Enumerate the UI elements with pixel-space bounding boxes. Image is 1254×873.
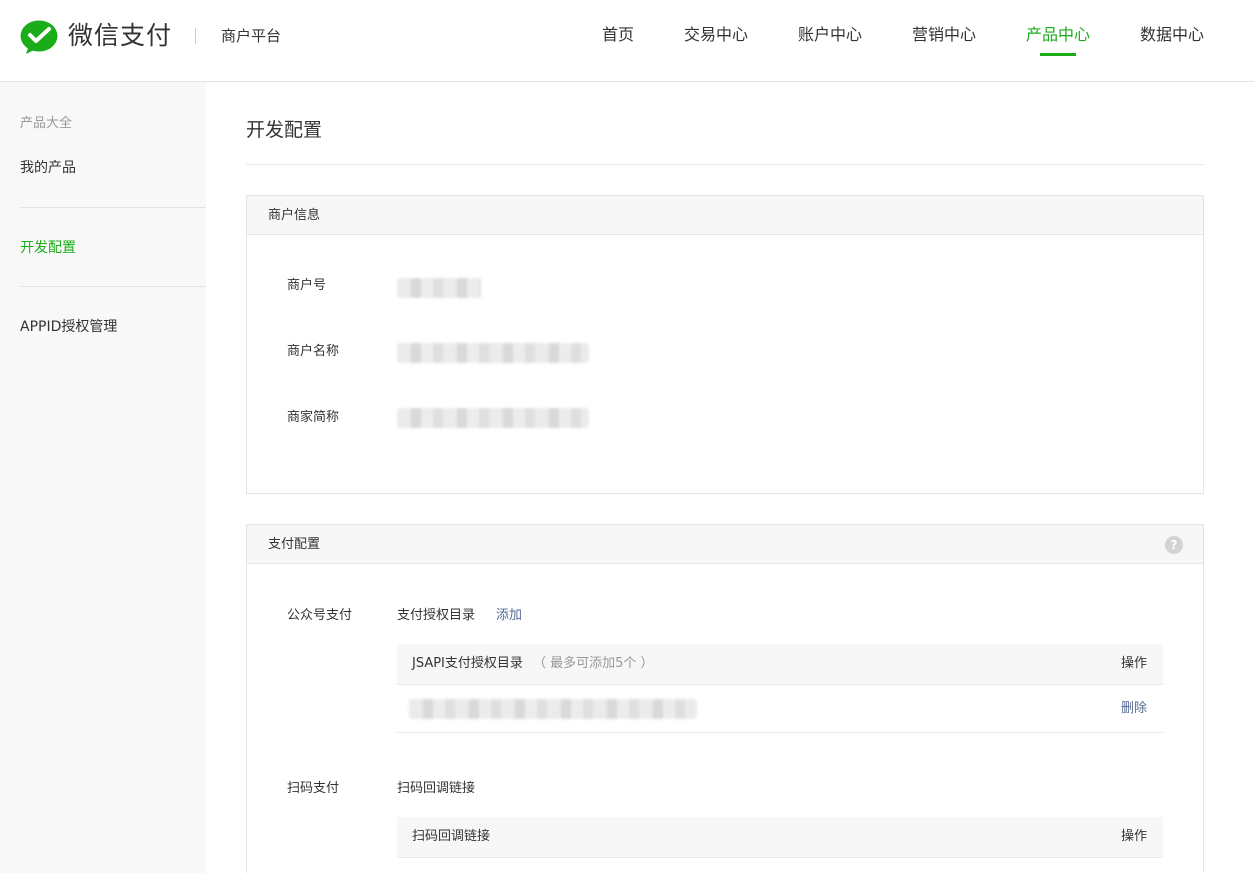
- nav-marketing[interactable]: 营销中心: [912, 24, 976, 46]
- sidebar-item-my-products[interactable]: 我的产品: [20, 158, 76, 178]
- merchant-info-title: 商户信息: [247, 196, 1203, 235]
- nav-account[interactable]: 账户中心: [798, 24, 862, 46]
- main-nav: 首页 交易中心 账户中心 营销中心 产品中心 数据中心: [0, 0, 1254, 82]
- add-auth-dir-link[interactable]: 添加: [496, 607, 522, 625]
- nav-data[interactable]: 数据中心: [1140, 24, 1204, 46]
- jsapi-table-note: （ 最多可添加5个 ）: [533, 656, 654, 671]
- scan-callback-label: 扫码回调链接: [397, 781, 476, 796]
- auth-dir-url-redacted: [409, 699, 697, 719]
- merchant-name-value-redacted: [397, 343, 589, 363]
- scan-table-op-header: 操作: [1120, 829, 1147, 844]
- page-title: 开发配置: [246, 119, 323, 141]
- help-icon[interactable]: ?: [1165, 536, 1183, 554]
- jsapi-table-header: JSAPI支付授权目录 （ 最多可添加5个 ） 操作: [397, 644, 1163, 685]
- scan-table-title: 扫码回调链接: [412, 829, 491, 844]
- title-divider: [246, 164, 1204, 165]
- sidebar-item-dev-config[interactable]: 开发配置: [20, 238, 76, 258]
- merchant-info-panel: 商户信息 商户号 商户名称 商家简称: [246, 195, 1204, 494]
- nav-transactions[interactable]: 交易中心: [684, 24, 748, 46]
- nav-home[interactable]: 首页: [602, 24, 634, 46]
- sidebar-group-title: 产品大全: [20, 116, 73, 131]
- payment-config-title: 支付配置: [268, 537, 321, 552]
- payment-config-panel: 支付配置 ? 公众号支付 支付授权目录 添加 JSAPI支付授权目录 （ 最多可…: [246, 524, 1204, 873]
- scan-pay-label: 扫码支付: [287, 781, 340, 796]
- pay-auth-dir-label: 支付授权目录: [397, 608, 476, 623]
- sidebar-item-appid-auth[interactable]: APPID授权管理: [20, 317, 117, 337]
- merchant-short-name-label: 商家简称: [287, 410, 340, 425]
- scan-table-header: 扫码回调链接 操作: [397, 817, 1163, 858]
- merchant-id-value-redacted: [397, 278, 481, 298]
- delete-auth-dir-link[interactable]: 删除: [1121, 700, 1147, 718]
- payment-config-header: 支付配置 ?: [247, 525, 1203, 564]
- merchant-name-label: 商户名称: [287, 344, 340, 359]
- top-header: 微信支付 商户平台 首页 交易中心 账户中心 营销中心 产品中心 数据中心: [0, 0, 1254, 82]
- sidebar: 产品大全 我的产品 开发配置 APPID授权管理: [0, 82, 206, 873]
- sidebar-divider: [20, 207, 206, 208]
- jsapi-table-title: JSAPI支付授权目录: [412, 656, 523, 671]
- nav-products[interactable]: 产品中心: [1026, 24, 1090, 46]
- merchant-short-name-value-redacted: [397, 408, 589, 428]
- table-row: 删除: [397, 685, 1163, 733]
- jsapi-pay-label: 公众号支付: [287, 608, 353, 623]
- nav-active-indicator: [1040, 53, 1076, 56]
- jsapi-table-op-header: 操作: [1120, 656, 1147, 671]
- merchant-id-label: 商户号: [287, 278, 327, 293]
- sidebar-divider: [20, 286, 206, 287]
